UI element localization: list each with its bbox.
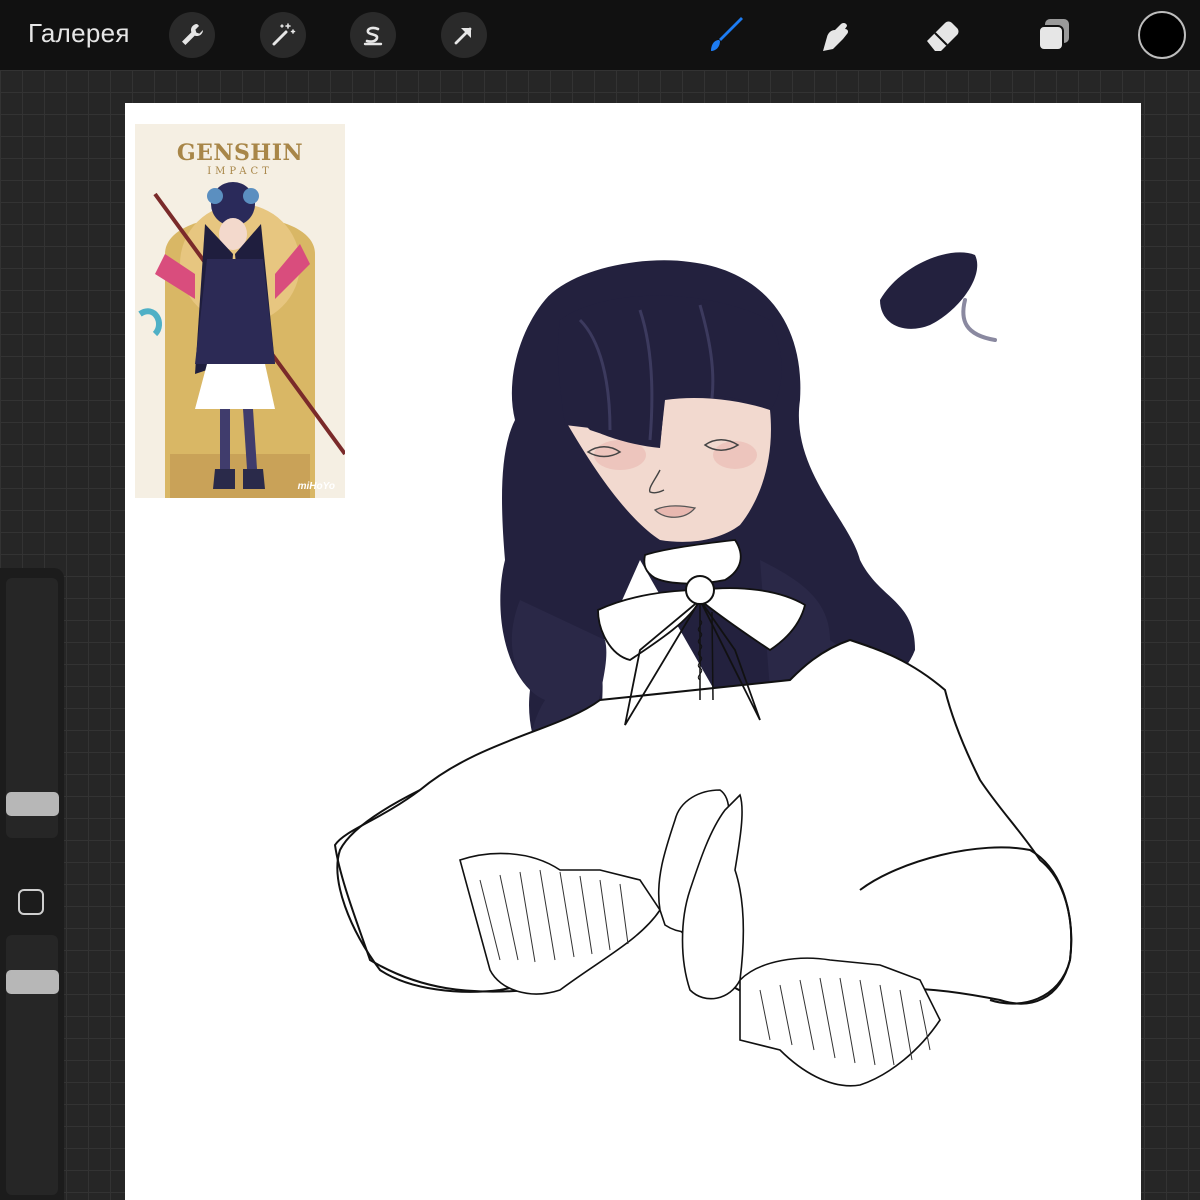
brush-size-slider-thumb[interactable]: [6, 792, 59, 816]
opacity-slider-thumb[interactable]: [6, 970, 59, 994]
modify-button[interactable]: [18, 889, 44, 915]
right-cuff-ruffle: [739, 957, 941, 1087]
brooch: [685, 575, 715, 605]
blush-right: [713, 441, 757, 469]
artwork-drawing: [333, 252, 1073, 1087]
